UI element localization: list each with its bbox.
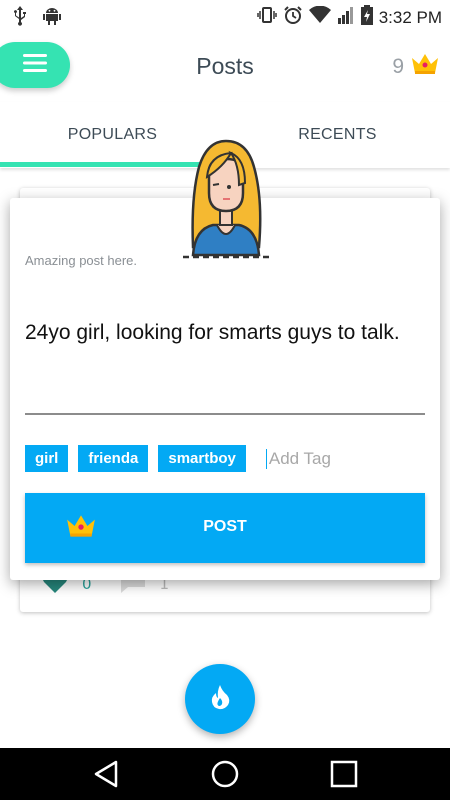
android-icon (42, 6, 62, 30)
usb-icon (12, 6, 28, 30)
tag-list: girl frienda smartboy Add Tag (25, 445, 331, 472)
home-icon[interactable] (209, 758, 241, 790)
app-bar: Posts 9 (0, 32, 450, 102)
tag-chip[interactable]: frienda (78, 445, 149, 472)
crown-counter[interactable]: 9 (392, 52, 440, 82)
avatar (183, 137, 269, 259)
signal-icon (337, 6, 355, 29)
add-tag-input[interactable]: Add Tag (265, 448, 331, 469)
post-button-label: POST (203, 518, 247, 535)
crown-icon (410, 52, 440, 82)
flame-icon (209, 684, 231, 714)
tag-chip[interactable]: smartboy (158, 445, 246, 472)
post-text-input[interactable]: 24yo girl, looking for smarts guys to ta… (25, 320, 425, 346)
post-hint: Amazing post here. (25, 253, 138, 268)
crown-count-value: 9 (392, 55, 404, 78)
back-icon[interactable] (90, 758, 122, 790)
tag-chip[interactable]: girl (25, 445, 69, 472)
battery-icon (360, 5, 373, 30)
page-title: Posts (196, 53, 254, 79)
wifi-icon (308, 5, 331, 29)
hot-fab[interactable] (185, 664, 255, 734)
alarm-icon (283, 5, 303, 30)
status-bar: 3:32 PM (0, 0, 450, 32)
vibrate-icon (256, 5, 277, 30)
system-nav-bar (0, 748, 450, 800)
input-underline (25, 413, 425, 415)
post-button[interactable]: POST (25, 493, 425, 563)
recents-icon[interactable] (328, 758, 360, 790)
status-time: 3:32 PM (378, 7, 442, 27)
